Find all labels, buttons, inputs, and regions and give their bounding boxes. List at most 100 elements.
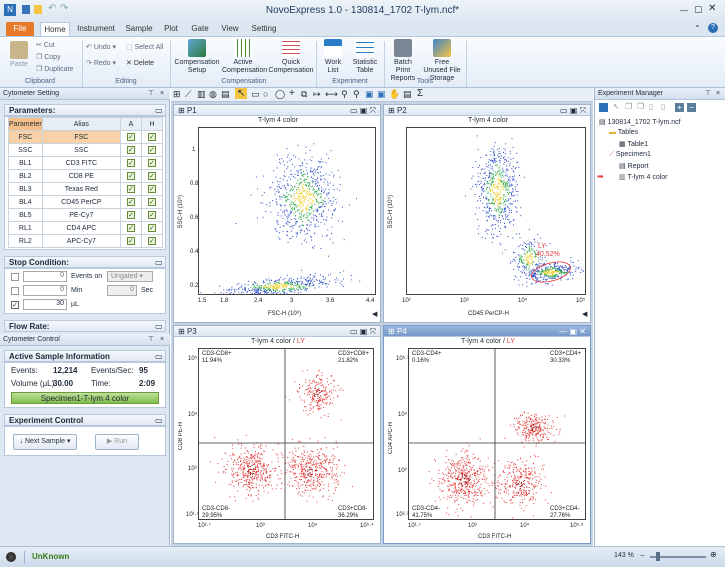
close-icon[interactable]: ✕ (708, 3, 716, 14)
copy-icon[interactable]: ❐ (625, 102, 632, 111)
range-gate-icon[interactable]: ↦ (313, 89, 321, 100)
help-icon[interactable]: ? (708, 23, 718, 33)
sec-input[interactable]: 0 (107, 285, 137, 296)
table-row[interactable]: RL2 APC-Cy7 ✓ ✓ (8, 234, 164, 248)
collapse-all-icon[interactable]: − (687, 103, 696, 112)
tab-gate[interactable]: Gate (188, 22, 212, 36)
density-icon[interactable]: ◍ (209, 89, 217, 100)
plot-p2[interactable]: ⊞ P2 ▭ ▣ ⤧ T-lym 4 color SSC-H (10⁵) 10² … (383, 104, 591, 323)
min-checkbox[interactable] (11, 287, 19, 295)
table-row[interactable]: BL3 Texas Red ✓ ✓ (8, 182, 164, 196)
area-checkbox[interactable]: ✓ (126, 185, 135, 193)
plot-p1[interactable]: ⊞ P1 ▭ ▣ ⤧ T-lym 4 color SSC-H (10⁵) 0.2 … (173, 104, 381, 323)
next-sample-button[interactable]: ↓ Next Sample ▾ (13, 434, 77, 450)
events-checkbox[interactable] (11, 273, 19, 281)
expand-arrow-icon[interactable]: ◀ (372, 310, 377, 318)
tree-item-report[interactable]: ▤ Report (619, 162, 649, 170)
cut-button[interactable]: ✂ Cut (36, 41, 55, 49)
sigma-icon[interactable]: Σ (417, 88, 423, 99)
report-icon[interactable]: ▤ (403, 89, 412, 100)
copy-button[interactable]: ❐ Copy (36, 53, 61, 61)
minimize-icon[interactable]: — (680, 6, 688, 15)
param-alias[interactable]: CD3 FITC (41, 156, 121, 170)
redo-button[interactable]: ↷ Redo ▾ (86, 59, 116, 67)
tab-home[interactable]: Home (40, 22, 70, 36)
copy-plot-icon[interactable]: ▣ (377, 89, 386, 100)
delete-button[interactable]: ✕ Delete (126, 59, 154, 67)
param-alias[interactable]: CD8 PE (41, 169, 121, 183)
quick-compensation-button[interactable]: Quick Compensation (268, 39, 314, 75)
tab-instrument[interactable]: Instrument (76, 22, 116, 36)
area-checkbox[interactable]: ✓ (126, 198, 135, 206)
table-row[interactable]: BL5 PE-Cy7 ✓ ✓ (8, 208, 164, 222)
quadrant-gate-icon[interactable]: + (289, 88, 295, 99)
table-row[interactable]: BL4 CD45 PerCP ✓ ✓ (8, 195, 164, 209)
table-row[interactable]: SSC SSC ✓ ✓ (8, 143, 164, 157)
page-icon[interactable]: ▯ (649, 102, 653, 111)
tab-view[interactable]: View (218, 22, 242, 36)
height-checkbox[interactable]: ✓ (147, 133, 156, 141)
tree-item-table1[interactable]: ▦ Table1 (619, 140, 648, 148)
table-row[interactable]: BL1 CD3 FITC ✓ ✓ (8, 156, 164, 170)
tab-setting[interactable]: Setting (250, 22, 278, 36)
tree-item-specimen[interactable]: ⟋ Specimen1 (609, 151, 651, 159)
zoom-in-icon[interactable]: ⚲ (341, 89, 348, 100)
restore-icon[interactable]: ▢ (694, 4, 703, 15)
tab-sample[interactable]: Sample (124, 22, 154, 36)
gate-select[interactable]: Ungated ▾ (107, 271, 153, 282)
pin-icon[interactable]: ⊤ (148, 88, 154, 100)
hand-icon[interactable]: ✋ (389, 89, 400, 100)
ribbon-collapse-icon[interactable]: ⌃ (694, 24, 701, 33)
delete-icon[interactable]: ▯ (661, 102, 665, 111)
min-input[interactable]: 0 (23, 285, 67, 296)
pin-icon[interactable]: ⊤ (705, 88, 711, 100)
pointer-icon[interactable]: ↖ (235, 88, 248, 99)
param-alias[interactable]: CD4 APC (41, 221, 121, 235)
tab-plot[interactable]: Plot (160, 22, 182, 36)
param-alias[interactable]: PE-Cy7 (41, 208, 121, 222)
table-row[interactable]: BL2 CD8 PE ✓ ✓ (8, 169, 164, 183)
window-controls-icon[interactable]: — ▣ ✕ (559, 326, 586, 337)
tree-item-sample[interactable]: ▥ T-lym 4 color (619, 173, 668, 181)
statistic-table-button[interactable]: Statistic Table (350, 39, 380, 75)
fit-icon[interactable]: ▣ (365, 89, 374, 100)
table-row[interactable]: RL1 CD4 APC ✓ ✓ (8, 221, 164, 235)
param-alias[interactable]: SSC (41, 143, 121, 157)
zoom-out-button[interactable]: − (640, 551, 645, 560)
height-checkbox[interactable]: ✓ (147, 211, 156, 219)
area-checkbox[interactable]: ✓ (126, 211, 135, 219)
height-checkbox[interactable]: ✓ (147, 172, 156, 180)
window-controls-icon[interactable]: ▭ ▣ ⤧ (560, 105, 586, 116)
window-controls-icon[interactable]: ▭ ▣ ⤧ (350, 326, 376, 337)
area-checkbox[interactable]: ✓ (126, 133, 135, 141)
plot-p3[interactable]: ⊞ P3 ▭ ▣ ⤧ T-lym 4 color / LY CD3-CD8+ 11.… (173, 325, 381, 544)
window-controls-icon[interactable]: ▭ ▣ ⤧ (350, 105, 376, 116)
polygon-gate-icon[interactable]: ⧉ (301, 89, 307, 100)
height-checkbox[interactable]: ✓ (147, 198, 156, 206)
bi-range-icon[interactable]: ⟷ (325, 89, 338, 100)
line-icon[interactable]: ⟋ (185, 89, 191, 100)
area-checkbox[interactable]: ✓ (126, 159, 135, 167)
select-icon[interactable]: ↖ (613, 102, 620, 111)
tree-item-tables[interactable]: ▬ Tables (609, 129, 638, 136)
active-compensation-button[interactable]: Active Compensation (222, 39, 267, 75)
area-checkbox[interactable]: ✓ (126, 237, 135, 245)
zoom-icon[interactable]: ⊞ (173, 89, 181, 100)
histogram-icon[interactable]: ▥ (197, 89, 206, 100)
paste-button[interactable]: Paste (6, 41, 32, 69)
ellipse-gate-icon[interactable]: ○ (263, 89, 268, 99)
height-checkbox[interactable]: ✓ (147, 146, 156, 154)
batch-print-reports-button[interactable]: Batch Print Reports (386, 39, 420, 83)
tree-item-experiment[interactable]: ▤ 130814_1702 T-lym.ncf (599, 118, 681, 126)
compensation-setup-button[interactable]: Compensation Setup (174, 39, 220, 75)
undo-button[interactable]: ↶ Undo ▾ (86, 43, 116, 51)
table-row[interactable]: FSC FSC ✓ ✓ (8, 130, 164, 144)
height-checkbox[interactable]: ✓ (147, 237, 156, 245)
param-alias[interactable]: APC-Cy7 (41, 234, 121, 248)
expand-arrow-icon[interactable]: ◀ (582, 310, 587, 318)
plot-p4[interactable]: ⊞ P4— ▣ ✕ T-lym 4 color / LY CD3-CD4+ 0.1… (383, 325, 591, 544)
volume-checkbox[interactable]: ✓ (11, 301, 19, 309)
new-experiment-icon[interactable] (599, 103, 608, 112)
zoom-in-button[interactable]: ⊕ (710, 550, 717, 559)
close-pane-icon[interactable]: × (716, 88, 720, 100)
